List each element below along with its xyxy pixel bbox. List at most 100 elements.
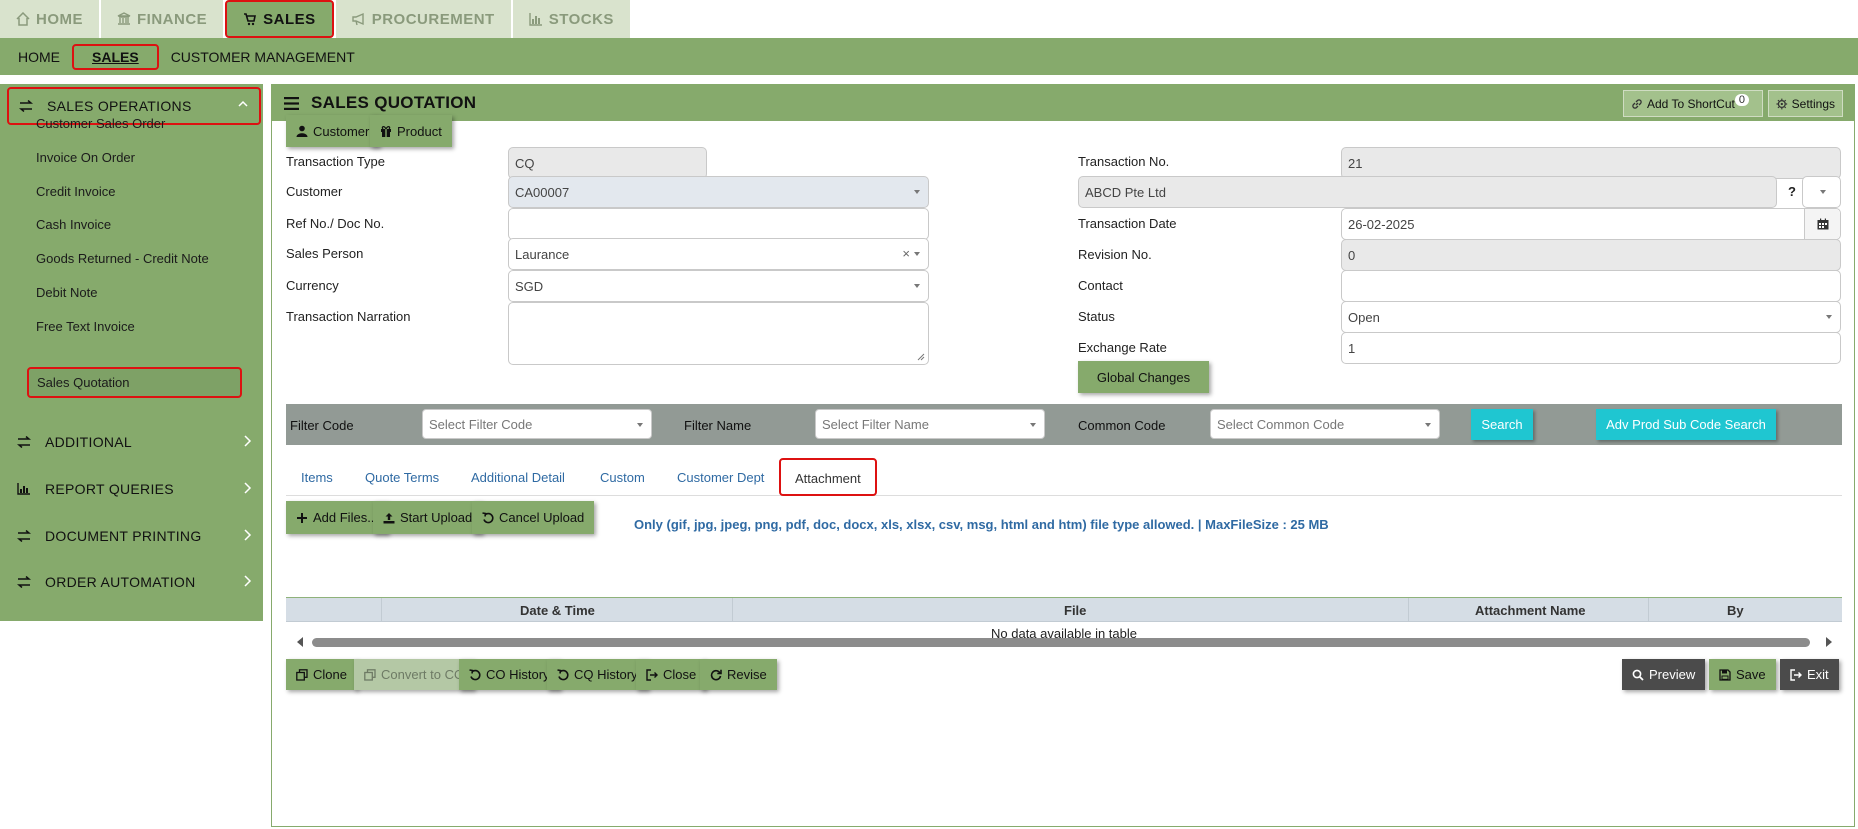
revise-button[interactable]: Revise (700, 659, 777, 690)
customer-select[interactable]: CA00007 (508, 176, 929, 208)
search-icon (1632, 669, 1644, 681)
tab-custom[interactable]: Custom (600, 470, 645, 485)
sidebar-group-label: ORDER AUTOMATION (45, 574, 196, 590)
product-button[interactable]: Product (370, 115, 452, 147)
currency-select[interactable]: SGD (508, 270, 929, 302)
co-history-button[interactable]: CO History (459, 659, 560, 690)
transaction-date-input[interactable]: 26-02-2025 (1341, 208, 1841, 240)
calendar-button[interactable] (1804, 209, 1840, 239)
scroll-right-icon[interactable] (1826, 637, 1832, 647)
sidebar-item-cash-invoice[interactable]: Cash Invoice (36, 217, 111, 232)
hamburger-menu-icon[interactable] (284, 96, 299, 110)
column-header-attachment-name[interactable]: Attachment Name (1475, 603, 1586, 618)
upload-icon (383, 512, 395, 523)
chevron-down-icon (914, 284, 920, 288)
scroll-left-icon[interactable] (297, 637, 303, 647)
exchange-rate-input[interactable]: 1 (1341, 332, 1841, 364)
cq-history-button[interactable]: CQ History (547, 659, 648, 690)
module-tab-label: FINANCE (137, 10, 208, 28)
subnav-sales[interactable]: SALES (72, 43, 159, 70)
search-button[interactable]: Search (1471, 409, 1533, 440)
module-tab-label: STOCKS (548, 10, 614, 28)
refresh-icon (710, 669, 722, 680)
module-tab-finance[interactable]: FINANCE (101, 0, 224, 38)
sidebar: SALES OPERATIONS Customer Sales Order In… (0, 84, 263, 621)
filter-code-select[interactable]: Select Filter Code (422, 409, 652, 439)
resize-handle-icon[interactable] (917, 353, 925, 361)
sidebar-item-sales-quotation[interactable]: Sales Quotation (27, 367, 242, 398)
global-changes-button[interactable]: Global Changes (1078, 361, 1209, 393)
common-code-label: Common Code (1078, 418, 1166, 433)
common-code-select[interactable]: Select Common Code (1210, 409, 1440, 439)
sidebar-item-invoice-on-order[interactable]: Invoice On Order (36, 150, 135, 165)
sidebar-item-credit-invoice[interactable]: Credit Invoice (36, 184, 115, 199)
column-header-by[interactable]: By (1727, 603, 1744, 618)
help-icon[interactable]: ? (1788, 184, 1796, 199)
add-to-shortcut-button[interactable]: Add To ShortCut 0 (1623, 90, 1763, 117)
contact-input[interactable] (1341, 270, 1841, 302)
convert-to-co-button[interactable]: Convert to CO (354, 659, 475, 690)
sidebar-group-label: ADDITIONAL (45, 434, 133, 450)
scrollbar-thumb[interactable] (312, 638, 1810, 647)
revision-no-field: 0 (1341, 239, 1841, 271)
filter-name-select[interactable]: Select Filter Name (815, 409, 1045, 439)
cancel-upload-button[interactable]: Cancel Upload (472, 501, 595, 534)
transaction-no-field: 21 (1341, 147, 1841, 179)
tab-items[interactable]: Items (301, 470, 333, 485)
chevron-down-icon (1826, 315, 1832, 319)
cart-icon (244, 13, 257, 26)
settings-button[interactable]: Settings (1768, 90, 1843, 117)
subnav-home[interactable]: HOME (6, 45, 72, 69)
sidebar-item-goods-returned[interactable]: Goods Returned - Credit Note (36, 251, 209, 266)
module-tab-home[interactable]: HOME (0, 0, 99, 38)
sidebar-group-order-automation[interactable]: ORDER AUTOMATION (17, 570, 253, 594)
tab-additional-detail[interactable]: Additional Detail (471, 470, 565, 485)
tab-quote-terms[interactable]: Quote Terms (365, 470, 439, 485)
customer-button[interactable]: Customer (286, 115, 380, 147)
sales-person-select[interactable]: Laurance × (508, 238, 929, 270)
ref-no-input[interactable] (508, 208, 929, 240)
sidebar-item-debit-note[interactable]: Debit Note (36, 285, 97, 300)
preview-button[interactable]: Preview (1622, 659, 1706, 690)
filter-bar: Filter Code Select Filter Code Filter Na… (286, 404, 1842, 445)
status-select[interactable]: Open (1341, 301, 1841, 333)
subnav-customer-management[interactable]: CUSTOMER MANAGEMENT (159, 45, 367, 69)
column-header-file[interactable]: File (1064, 603, 1086, 618)
save-button[interactable]: Save (1709, 659, 1776, 690)
customer-extra-dropdown[interactable] (1802, 176, 1841, 208)
column-divider (732, 598, 733, 622)
sidebar-group-document-printing[interactable]: DOCUMENT PRINTING (17, 524, 253, 548)
close-button[interactable]: Close (636, 659, 707, 690)
start-upload-button[interactable]: Start Upload (373, 501, 483, 534)
tab-attachment[interactable]: Attachment (779, 458, 877, 496)
chevron-right-icon (244, 575, 252, 587)
sidebar-item-customer-sales-order[interactable]: Customer Sales Order (36, 116, 165, 131)
adv-prod-sub-code-search-button[interactable]: Adv Prod Sub Code Search (1596, 409, 1776, 440)
sidebar-item-free-text-invoice[interactable]: Free Text Invoice (36, 319, 135, 334)
module-tab-stocks[interactable]: STOCKS (512, 0, 630, 38)
currency-value: SGD (515, 278, 544, 294)
gift-icon (381, 126, 391, 137)
contact-label: Contact (1078, 278, 1123, 293)
sidebar-group-report-queries[interactable]: REPORT QUERIES (17, 477, 253, 501)
sign-out-icon (1790, 668, 1802, 681)
horizontal-scrollbar[interactable] (286, 635, 1842, 649)
column-header-date-time[interactable]: Date & Time (520, 603, 595, 618)
link-icon (1632, 98, 1642, 109)
module-tab-label: PROCUREMENT (371, 10, 495, 28)
clear-icon[interactable]: × (902, 246, 910, 261)
sales-person-value: Laurance (515, 246, 570, 262)
module-tab-label: SALES (263, 10, 316, 28)
narration-textarea[interactable] (508, 302, 929, 365)
sidebar-group-additional[interactable]: ADDITIONAL (17, 430, 253, 454)
transaction-date-value: 26-02-2025 (1348, 216, 1415, 232)
clone-button[interactable]: Clone (286, 659, 357, 690)
sidebar-section-label: SALES OPERATIONS (47, 98, 192, 114)
module-tab-procurement[interactable]: PROCUREMENT (335, 0, 511, 38)
copy-icon (364, 668, 376, 681)
tab-customer-dept[interactable]: Customer Dept (677, 470, 764, 485)
module-tabs: HOME FINANCE SALES PROCUREMENT STOCKS (0, 0, 632, 38)
sidebar-group-label: DOCUMENT PRINTING (45, 528, 202, 544)
exit-button[interactable]: Exit (1780, 659, 1839, 690)
module-tab-sales[interactable]: SALES (225, 0, 334, 38)
